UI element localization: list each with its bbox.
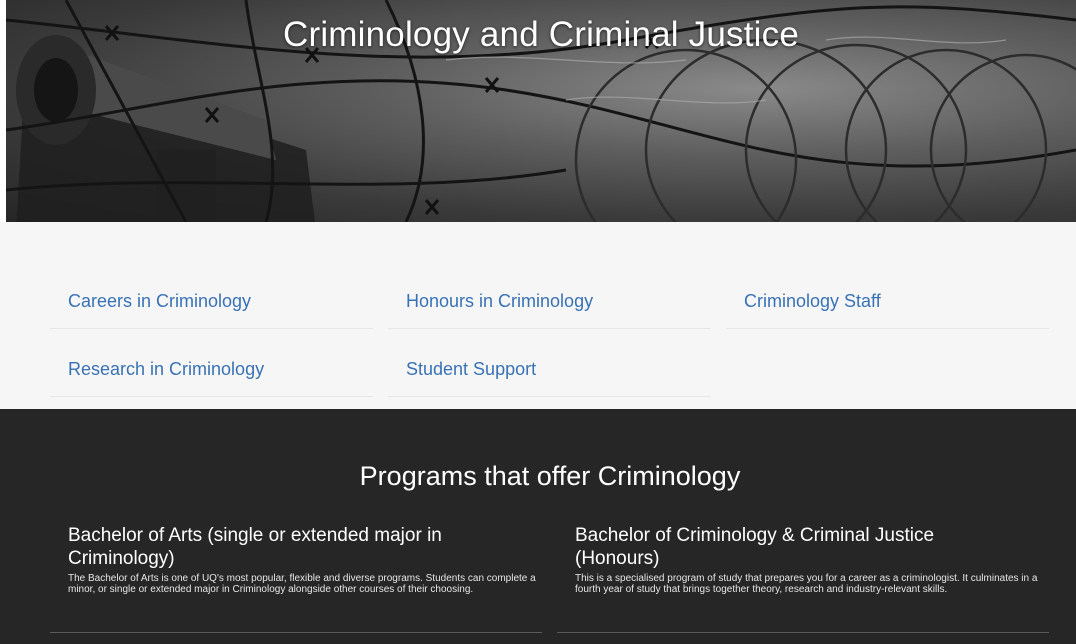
page-title: Criminology and Criminal Justice — [282, 15, 800, 55]
quick-link-cell: Criminology Staff — [726, 276, 1049, 329]
quick-link-cell: Student Support — [388, 344, 711, 397]
program-title[interactable]: Bachelor of Arts (single or extended maj… — [68, 524, 508, 570]
careers-in-criminology-link[interactable]: Careers in Criminology — [68, 291, 251, 312]
programs-section: Programs that offer Criminology Bachelor… — [0, 409, 1076, 644]
programs-heading: Programs that offer Criminology — [359, 461, 741, 491]
quick-link-cell: Careers in Criminology — [50, 276, 373, 329]
program-title[interactable]: Bachelor of Criminology & Criminal Justi… — [575, 524, 1015, 570]
quick-link-cell: Research in Criminology — [50, 344, 373, 397]
program-description: The Bachelor of Arts is one of UQ's most… — [68, 573, 536, 595]
research-in-criminology-link[interactable]: Research in Criminology — [68, 359, 264, 380]
criminology-staff-link[interactable]: Criminology Staff — [744, 291, 881, 312]
quick-links-section: Careers in Criminology Honours in Crimin… — [0, 222, 1076, 409]
student-support-link[interactable]: Student Support — [406, 359, 536, 380]
quick-link-cell: Honours in Criminology — [388, 276, 711, 329]
program-card[interactable]: Bachelor of Arts (single or extended maj… — [50, 524, 542, 633]
program-card[interactable]: Bachelor of Criminology & Criminal Justi… — [557, 524, 1049, 633]
hero-banner: Criminology and Criminal Justice — [6, 0, 1076, 222]
honours-in-criminology-link[interactable]: Honours in Criminology — [406, 291, 593, 312]
program-description: This is a specialised program of study t… — [575, 573, 1038, 595]
